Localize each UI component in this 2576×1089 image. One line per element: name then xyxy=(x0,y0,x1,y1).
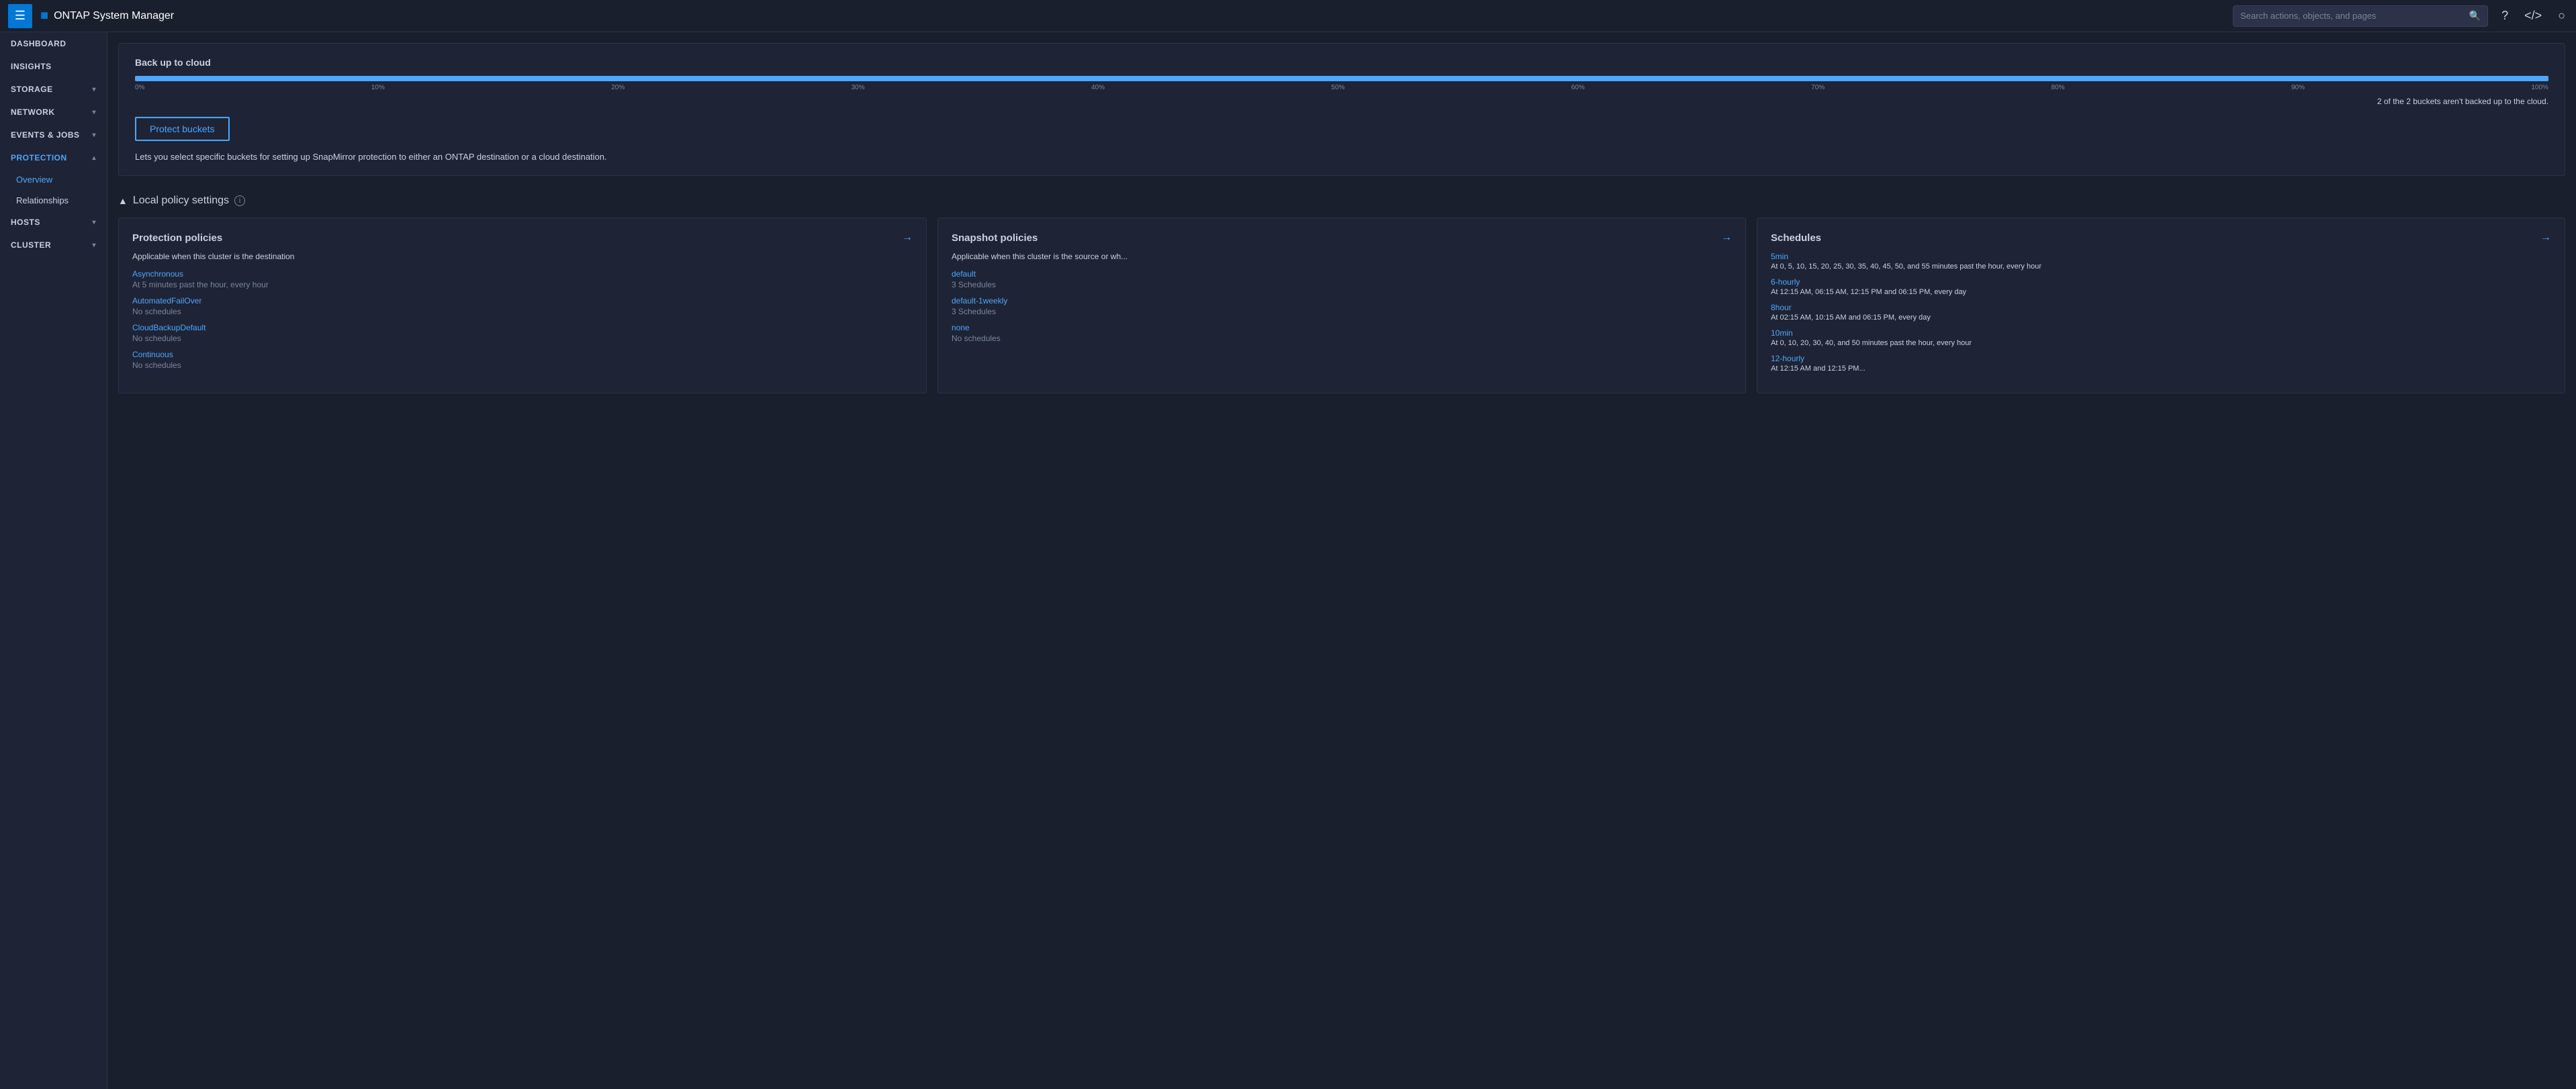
schedule-12-hourly-desc: At 12:15 AM and 12:15 PM... xyxy=(1771,365,2551,373)
schedules-arrow[interactable]: → xyxy=(2540,232,2551,244)
search-icon: 🔍 xyxy=(2469,10,2481,21)
local-policy-section: ▲ Local policy settings i Protection pol… xyxy=(118,187,2565,393)
sidebar-item-dashboard[interactable]: DASHBOARD xyxy=(0,32,107,55)
snapshot-policy-default-1weekly-sub: 3 Schedules xyxy=(952,307,1732,316)
schedule-5min-desc: At 0, 5, 10, 15, 20, 25, 30, 35, 40, 45,… xyxy=(1771,263,2551,271)
sidebar-subitem-relationships[interactable]: Relationships xyxy=(0,190,107,211)
search-bar: 🔍 xyxy=(2233,5,2488,27)
snapshot-policies-list: default 3 Schedules default-1weekly 3 Sc… xyxy=(952,269,1732,350)
snapshot-policies-card: Snapshot policies → Applicable when this… xyxy=(937,218,1746,393)
schedule-8hour[interactable]: 8hour xyxy=(1771,303,2551,312)
chevron-down-icon: ▾ xyxy=(92,219,96,226)
chevron-up-icon: ▴ xyxy=(92,154,96,162)
policy-item-automatedfailover[interactable]: AutomatedFailOver xyxy=(132,296,913,305)
snapshot-policy-none-sub: No schedules xyxy=(952,334,1732,343)
snapshot-policy-default-1weekly[interactable]: default-1weekly xyxy=(952,296,1732,305)
sidebar-subitem-overview[interactable]: Overview xyxy=(0,169,107,190)
policy-item-continuous-sub: No schedules xyxy=(132,361,913,370)
menu-button[interactable]: ☰ xyxy=(8,4,32,28)
snapshot-policies-arrow[interactable]: → xyxy=(1721,232,1732,244)
sidebar-item-label: HOSTS xyxy=(11,218,40,227)
sidebar-item-protection[interactable]: PROTECTION ▴ xyxy=(0,146,107,169)
sidebar-subitem-label: Relationships xyxy=(16,195,68,205)
policy-section-header: ▲ Local policy settings i xyxy=(118,187,2565,218)
protection-policies-list: Asynchronous At 5 minutes past the hour,… xyxy=(132,269,913,377)
schedules-card: Schedules → 5min At 0, 5, 10, 15, 20, 25… xyxy=(1757,218,2565,393)
topnav-actions: ? </> ○ xyxy=(2499,6,2568,26)
sidebar-item-label: NETWORK xyxy=(11,107,55,117)
chevron-down-icon: ▾ xyxy=(92,242,96,249)
snapshot-policy-default-sub: 3 Schedules xyxy=(952,280,1732,289)
sidebar-item-label: STORAGE xyxy=(11,85,53,94)
policy-item-automatedfailover-sub: No schedules xyxy=(132,307,913,316)
protection-policies-card-header: Protection policies → xyxy=(132,232,913,244)
code-button[interactable]: </> xyxy=(2522,6,2544,26)
topnav: ☰ ■ ONTAP System Manager 🔍 ? </> ○ xyxy=(0,0,2576,32)
sidebar-item-hosts[interactable]: HOSTS ▾ xyxy=(0,211,107,234)
sidebar-item-network[interactable]: NETWORK ▾ xyxy=(0,101,107,124)
sidebar-item-label: INSIGHTS xyxy=(11,62,52,71)
snapshot-policy-default[interactable]: default xyxy=(952,269,1732,279)
sidebar-item-label: DASHBOARD xyxy=(11,39,66,48)
brand-title: ONTAP System Manager xyxy=(54,10,174,22)
protection-policies-subtitle: Applicable when this cluster is the dest… xyxy=(132,252,913,261)
search-input[interactable] xyxy=(2240,11,2464,21)
schedules-card-header: Schedules → xyxy=(1771,232,2551,244)
schedule-5min[interactable]: 5min xyxy=(1771,252,2551,261)
chevron-down-icon: ▾ xyxy=(92,109,96,116)
policy-item-continuous[interactable]: Continuous xyxy=(132,350,913,359)
sidebar-item-label: EVENTS & JOBS xyxy=(11,130,80,140)
app-body: DASHBOARD INSIGHTS STORAGE ▾ NETWORK ▾ E… xyxy=(0,32,2576,1089)
schedule-10min-desc: At 0, 10, 20, 30, 40, and 50 minutes pas… xyxy=(1771,339,2551,347)
brand: ■ ONTAP System Manager xyxy=(40,8,2233,23)
sidebar-item-insights[interactable]: INSIGHTS xyxy=(0,55,107,78)
schedules-list: 5min At 0, 5, 10, 15, 20, 25, 30, 35, 40… xyxy=(1771,252,2551,379)
policy-item-cloudbackupdefault[interactable]: CloudBackupDefault xyxy=(132,323,913,332)
brand-icon: ■ xyxy=(40,8,48,23)
sidebar-item-cluster[interactable]: CLUSTER ▾ xyxy=(0,234,107,256)
policy-item-asynchronous[interactable]: Asynchronous xyxy=(132,269,913,279)
collapse-button[interactable]: ▲ xyxy=(118,195,128,206)
policy-section-title: Local policy settings xyxy=(133,195,229,207)
backup-description: Lets you select specific buckets for set… xyxy=(135,152,2548,162)
hamburger-icon: ☰ xyxy=(15,9,26,23)
snapshot-policies-card-header: Snapshot policies → xyxy=(952,232,1732,244)
policy-item-asynchronous-sub: At 5 minutes past the hour, every hour xyxy=(132,280,913,289)
sidebar: DASHBOARD INSIGHTS STORAGE ▾ NETWORK ▾ E… xyxy=(0,32,107,1089)
protection-policies-title: Protection policies xyxy=(132,232,222,244)
schedules-title: Schedules xyxy=(1771,232,1821,244)
protection-policies-card: Protection policies → Applicable when th… xyxy=(118,218,927,393)
chevron-down-icon: ▾ xyxy=(92,86,96,93)
backup-info: 2 of the 2 buckets aren't backed up to t… xyxy=(135,97,2548,106)
main-content: Back up to cloud 0% 10% 20% 30% 40% 50% … xyxy=(107,32,2576,1089)
sidebar-item-label: CLUSTER xyxy=(11,240,51,250)
schedule-8hour-desc: At 02:15 AM, 10:15 AM and 06:15 PM, ever… xyxy=(1771,314,2551,322)
snapshot-policy-none[interactable]: none xyxy=(952,323,1732,332)
schedule-12-hourly[interactable]: 12-hourly xyxy=(1771,354,2551,363)
schedule-10min[interactable]: 10min xyxy=(1771,328,2551,338)
chevron-down-icon: ▾ xyxy=(92,132,96,139)
protection-policies-arrow[interactable]: → xyxy=(902,232,913,244)
snapshot-policies-subtitle: Applicable when this cluster is the sour… xyxy=(952,252,1732,261)
snapshot-policies-title: Snapshot policies xyxy=(952,232,1038,244)
progress-bar-container: 0% 10% 20% 30% 40% 50% 60% 70% 80% 90% 1… xyxy=(135,76,2548,91)
progress-bar-track xyxy=(135,76,2548,81)
backup-section: Back up to cloud 0% 10% 20% 30% 40% 50% … xyxy=(118,43,2565,176)
sidebar-item-storage[interactable]: STORAGE ▾ xyxy=(0,78,107,101)
cards-row: Protection policies → Applicable when th… xyxy=(118,218,2565,393)
progress-labels: 0% 10% 20% 30% 40% 50% 60% 70% 80% 90% 1… xyxy=(135,84,2548,91)
sidebar-item-events-jobs[interactable]: EVENTS & JOBS ▾ xyxy=(0,124,107,146)
protect-buckets-button[interactable]: Protect buckets xyxy=(135,117,230,141)
sidebar-item-label: PROTECTION xyxy=(11,153,67,162)
progress-bar-fill xyxy=(135,76,2548,81)
backup-title: Back up to cloud xyxy=(135,57,2548,68)
schedule-6-hourly-desc: At 12:15 AM, 06:15 AM, 12:15 PM and 06:1… xyxy=(1771,288,2551,296)
user-button[interactable]: ○ xyxy=(2555,6,2568,26)
info-icon[interactable]: i xyxy=(234,195,245,206)
policy-item-cloudbackupdefault-sub: No schedules xyxy=(132,334,913,343)
help-button[interactable]: ? xyxy=(2499,6,2511,26)
schedule-6-hourly[interactable]: 6-hourly xyxy=(1771,277,2551,287)
sidebar-subitem-label: Overview xyxy=(16,175,52,185)
